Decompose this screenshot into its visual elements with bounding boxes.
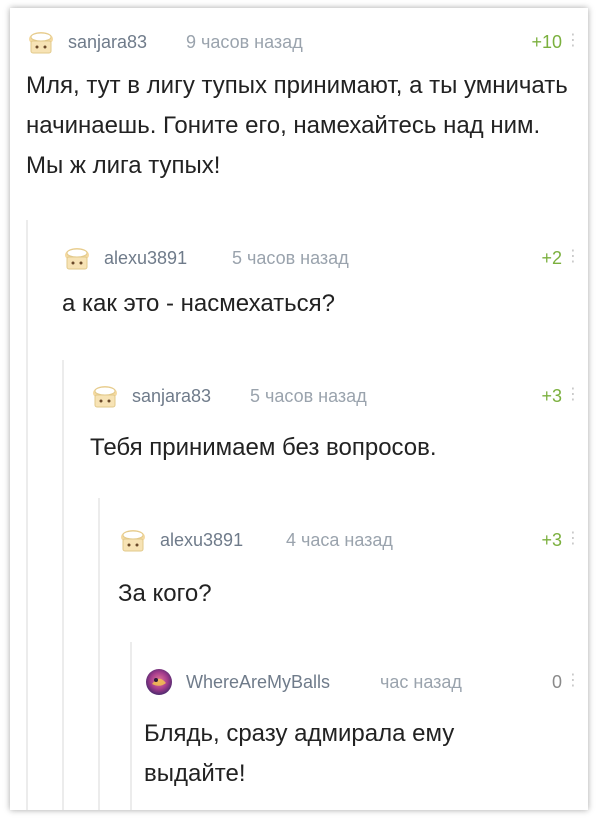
avatar-anon-icon[interactable] [118,526,148,554]
more-options-icon[interactable]: ⋮ [565,384,582,404]
comment-username[interactable]: sanjara83 [132,386,211,407]
comment-rating: +3 [541,530,562,550]
comment: alexu3891 4 часа назад +3 ⋮ За кого? [118,522,588,614]
comment-thread: sanjara83 9 часов назад +10 ⋮ Мля, тут в… [10,8,588,810]
comment-time[interactable]: час назад [380,672,462,693]
comment-time[interactable]: 5 часов назад [232,248,349,269]
comment-rating: +2 [541,248,562,268]
comment: WhereAreMyBalls час назад 0 ⋮ Блядь, сра… [144,664,588,794]
comment-text: За кого? [118,580,212,607]
thread-line[interactable] [98,498,100,810]
avatar-anon-icon[interactable] [62,244,92,272]
comment-username[interactable]: alexu3891 [160,530,243,551]
comment: sanjara83 5 часов назад +3 ⋮ Тебя приним… [90,378,588,468]
comment-username[interactable]: alexu3891 [104,248,187,269]
comment-time[interactable]: 5 часов назад [250,386,367,407]
comment-time[interactable]: 4 часа назад [286,530,393,551]
more-options-icon[interactable]: ⋮ [565,528,582,548]
thread-line[interactable] [130,642,132,810]
comment: sanjara83 9 часов назад +10 ⋮ Мля, тут в… [26,24,588,186]
more-options-icon[interactable]: ⋮ [565,670,582,690]
avatar-anon-icon[interactable] [26,28,56,56]
comment-text: Блядь, сразу адмирала ему выдайте! [144,720,455,787]
more-options-icon[interactable]: ⋮ [565,246,582,266]
comment-header: WhereAreMyBalls час назад 0 ⋮ [144,664,588,700]
comment-text: Мля, тут в лигу тупых принимают, а ты ум… [26,72,568,179]
thread-line[interactable] [26,220,28,810]
comment-rating: +10 [531,32,562,52]
more-options-icon[interactable]: ⋮ [565,30,582,50]
comment-username[interactable]: WhereAreMyBalls [186,672,330,693]
avatar-user-icon[interactable] [144,668,174,696]
comment-header: sanjara83 9 часов назад +10 ⋮ [26,24,588,60]
comment-rating: 0 [551,672,562,692]
comment: alexu3891 5 часов назад +2 ⋮ а как это -… [62,240,588,324]
comment-header: alexu3891 5 часов назад +2 ⋮ [62,240,588,276]
comment-time[interactable]: 9 часов назад [186,32,303,53]
comment-username[interactable]: sanjara83 [68,32,147,53]
avatar-anon-icon[interactable] [90,382,120,410]
comment-text: а как это - насмехаться? [62,290,335,317]
thread-line[interactable] [62,360,64,810]
comment-rating: +3 [541,386,562,406]
comment-header: sanjara83 5 часов назад +3 ⋮ [90,378,588,414]
comment-header: alexu3891 4 часа назад +3 ⋮ [118,522,588,558]
comment-text: Тебя принимаем без вопросов. [90,434,437,461]
